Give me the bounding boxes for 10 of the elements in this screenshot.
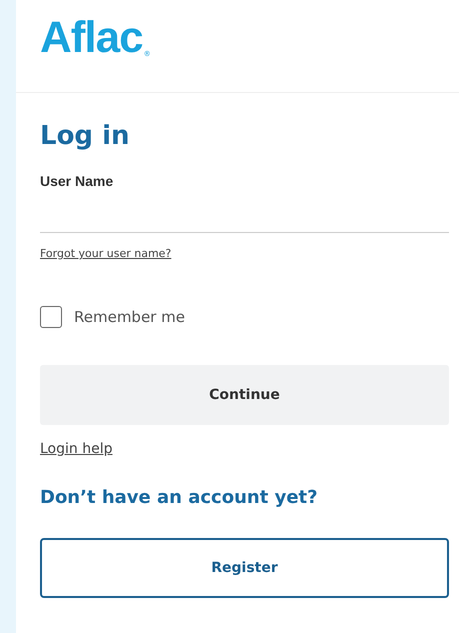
continue-button[interactable]: Continue bbox=[40, 365, 449, 425]
login-help-link[interactable]: Login help bbox=[40, 441, 112, 457]
page-title: Log in bbox=[40, 120, 130, 153]
register-heading: Don’t have an account yet? bbox=[40, 487, 318, 508]
forgot-username-link[interactable]: Forgot your user name? bbox=[40, 247, 172, 260]
field-label: User Name bbox=[40, 173, 114, 189]
remember-checkbox[interactable] bbox=[40, 306, 62, 328]
register-button[interactable]: Register bbox=[40, 538, 449, 598]
remember-label: Remember me bbox=[74, 308, 185, 326]
logo: Aflac bbox=[40, 18, 143, 58]
